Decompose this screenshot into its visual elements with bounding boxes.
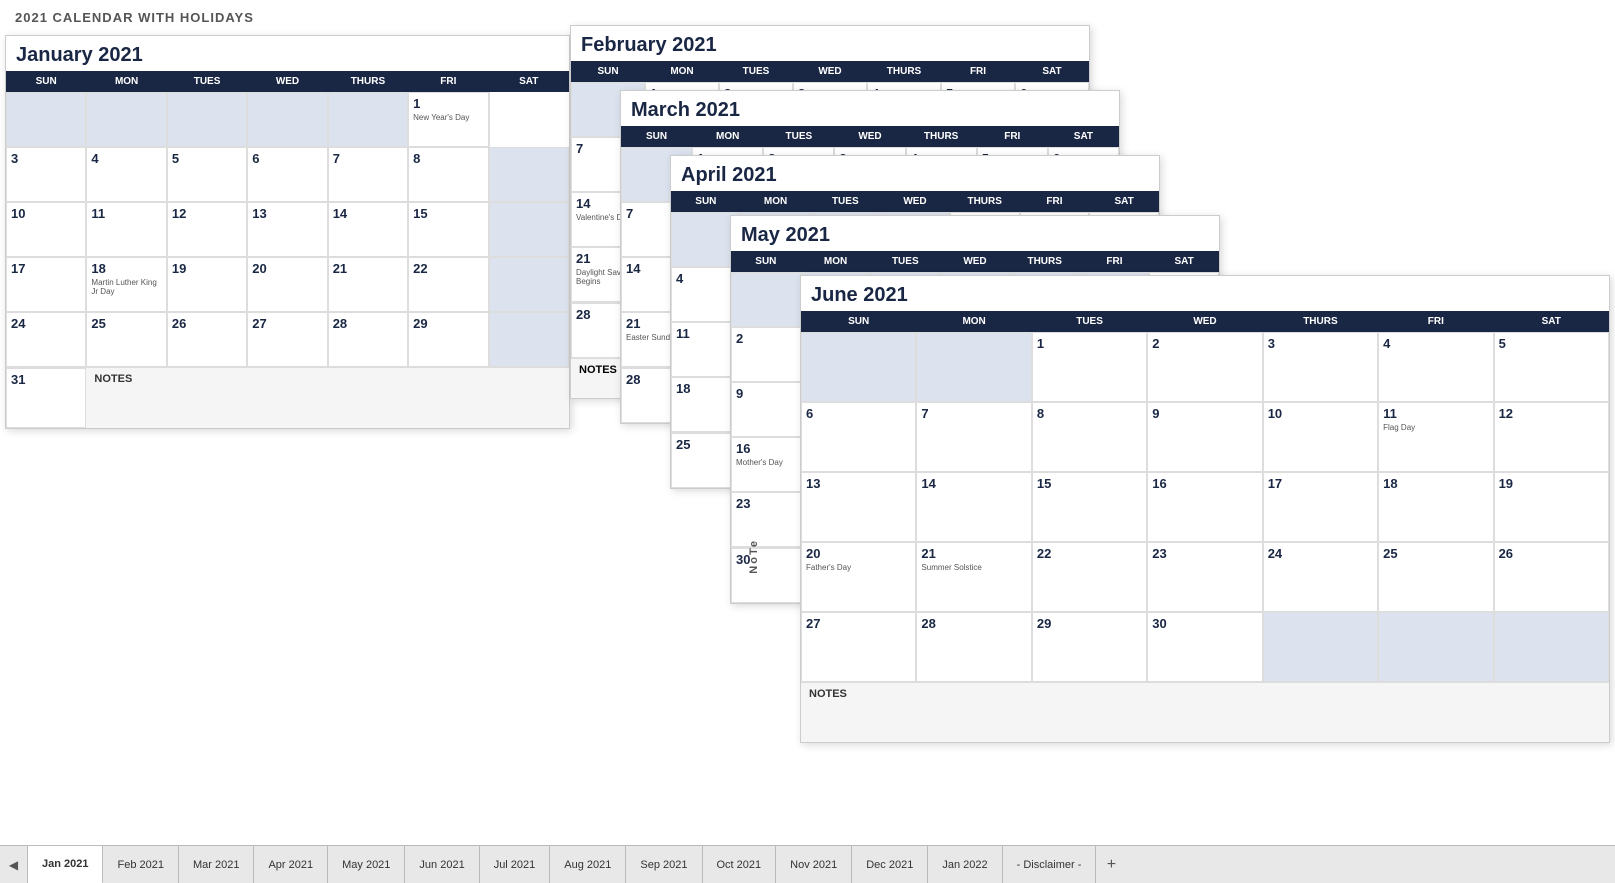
march-title: March 2021: [621, 91, 1119, 126]
jan-cell-13: 13: [247, 202, 327, 257]
jan-cell-sat1: [489, 92, 490, 147]
tab-oct-2021[interactable]: Oct 2021: [703, 846, 777, 883]
jan-h-wed: WED: [247, 71, 327, 92]
june-calendar: June 2021 SUNMONTUESWEDTHURSFRISAT 1 2 3…: [800, 275, 1610, 743]
page-title: 2021 CALENDAR WITH HOLIDAYS: [15, 10, 254, 25]
may-header: SUNMONTUESWEDTHURSFRISAT: [731, 251, 1219, 272]
jun-week2: 6 7 8 9 10 11Flag Day 12: [801, 402, 1609, 472]
jan-cell-28: 28: [328, 312, 408, 367]
january-calendar: January 2021 SUN MON TUES WED THURS FRI …: [5, 35, 570, 429]
jan-cell-19: 19: [167, 257, 247, 312]
jan-h-sat: SAT: [489, 71, 569, 92]
jan-cell-15: 15: [408, 202, 488, 257]
jan-cell-sat2: [489, 147, 569, 202]
jan-week3: 10 11 12 13 14 15: [6, 202, 569, 257]
tab-jun-2021[interactable]: Jun 2021: [405, 846, 479, 883]
february-header: SUNMONTUESWEDTHURSFRISAT: [571, 61, 1089, 82]
jan-week5: 24 25 26 27 28 29: [6, 312, 569, 367]
tab-disclaimer[interactable]: - Disclaimer -: [1003, 846, 1097, 883]
jan-cell-20: 20: [247, 257, 327, 312]
jan-cell-10: 10: [6, 202, 86, 257]
february-title: February 2021: [571, 26, 1089, 61]
jun-week4: 20Father's Day 21Summer Solstice 22 23 2…: [801, 542, 1609, 612]
jan-notes: NOTES: [86, 368, 569, 428]
jan-cell-11: 11: [86, 202, 166, 257]
jan-cell-21: 21: [328, 257, 408, 312]
main-area: 2021 CALENDAR WITH HOLIDAYS January 2021…: [0, 0, 1615, 845]
june-title: June 2021: [801, 276, 1609, 311]
jan-cell-6: 6: [247, 147, 327, 202]
jan-week1: 1 New Year's Day: [6, 92, 569, 147]
june-notes: NOTES: [801, 682, 1609, 742]
may-title: May 2021: [731, 216, 1219, 251]
tab-jan-2021[interactable]: Jan 2021: [28, 846, 103, 883]
jan-cell-14: 14: [328, 202, 408, 257]
jan-cell-8: 8: [408, 147, 488, 202]
jan-cell-22: 22: [408, 257, 488, 312]
tab-scroll-left[interactable]: ◀: [0, 846, 28, 883]
tab-feb-2021[interactable]: Feb 2021: [103, 846, 178, 883]
jan-cell-29: 29: [408, 312, 488, 367]
january-header: SUN MON TUES WED THURS FRI SAT: [6, 71, 569, 92]
tab-may-2021[interactable]: May 2021: [328, 846, 405, 883]
jan-cell-empty2: [86, 92, 166, 147]
tab-jul-2021[interactable]: Jul 2021: [480, 846, 551, 883]
tab-aug-2021[interactable]: Aug 2021: [550, 846, 626, 883]
jan-cell-sat4: [489, 257, 569, 312]
jan-cell-empty1: [6, 92, 86, 147]
tab-nov-2021[interactable]: Nov 2021: [776, 846, 852, 883]
jan-cell-26: 26: [167, 312, 247, 367]
notes-vertical-label: NoTe: [748, 539, 760, 574]
jan-h-sun: SUN: [6, 71, 86, 92]
jan-cell-5: 5: [167, 147, 247, 202]
jan-cell-25: 25: [86, 312, 166, 367]
jan-cell-empty5: [328, 92, 408, 147]
jan-cell-empty3: [167, 92, 247, 147]
april-header: SUNMONTUESWEDTHURSFRISAT: [671, 191, 1159, 212]
tab-add-button[interactable]: +: [1096, 846, 1126, 883]
tab-jan-2022[interactable]: Jan 2022: [928, 846, 1002, 883]
jan-cell-3: 3: [6, 147, 86, 202]
tab-mar-2021[interactable]: Mar 2021: [179, 846, 254, 883]
march-header: SUNMONTUESWEDTHURSFRISAT: [621, 126, 1119, 147]
jan-cell-7: 7: [328, 147, 408, 202]
jan-cell-sat5: [489, 312, 569, 367]
jan-h-thu: THURS: [328, 71, 408, 92]
jan-cell-sat3: [489, 202, 569, 257]
jan-cell-4: 4: [86, 147, 166, 202]
jan-cell-17: 17: [6, 257, 86, 312]
tab-sep-2021[interactable]: Sep 2021: [626, 846, 702, 883]
jan-cell-24: 24: [6, 312, 86, 367]
jan-cell-12: 12: [167, 202, 247, 257]
jan-cell-1: 1 New Year's Day: [408, 92, 488, 147]
jan-h-tue: TUES: [167, 71, 247, 92]
june-header: SUNMONTUESWEDTHURSFRISAT: [801, 311, 1609, 332]
tab-bar: ◀ Jan 2021 Feb 2021 Mar 2021 Apr 2021 Ma…: [0, 845, 1615, 883]
jun-week1: 1 2 3 4 5: [801, 332, 1609, 402]
jan-week4: 17 18Martin Luther King Jr Day 19 20 21 …: [6, 257, 569, 312]
jan-cell-31: 31: [6, 368, 86, 428]
april-title: April 2021: [671, 156, 1159, 191]
jan-week2: 3 4 5 6 7 8: [6, 147, 569, 202]
jun-week5: 27 28 29 30: [801, 612, 1609, 682]
jun-week3: 13 14 15 16 17 18 19: [801, 472, 1609, 542]
jan-week6: 31 NOTES: [6, 367, 569, 428]
tab-apr-2021[interactable]: Apr 2021: [254, 846, 328, 883]
jan-cell-18: 18Martin Luther King Jr Day: [86, 257, 166, 312]
jan-cell-empty4: [247, 92, 327, 147]
january-title: January 2021: [6, 36, 569, 71]
tab-dec-2021[interactable]: Dec 2021: [852, 846, 928, 883]
jan-h-mon: MON: [86, 71, 166, 92]
jan-h-fri: FRI: [408, 71, 488, 92]
jan-cell-27: 27: [247, 312, 327, 367]
